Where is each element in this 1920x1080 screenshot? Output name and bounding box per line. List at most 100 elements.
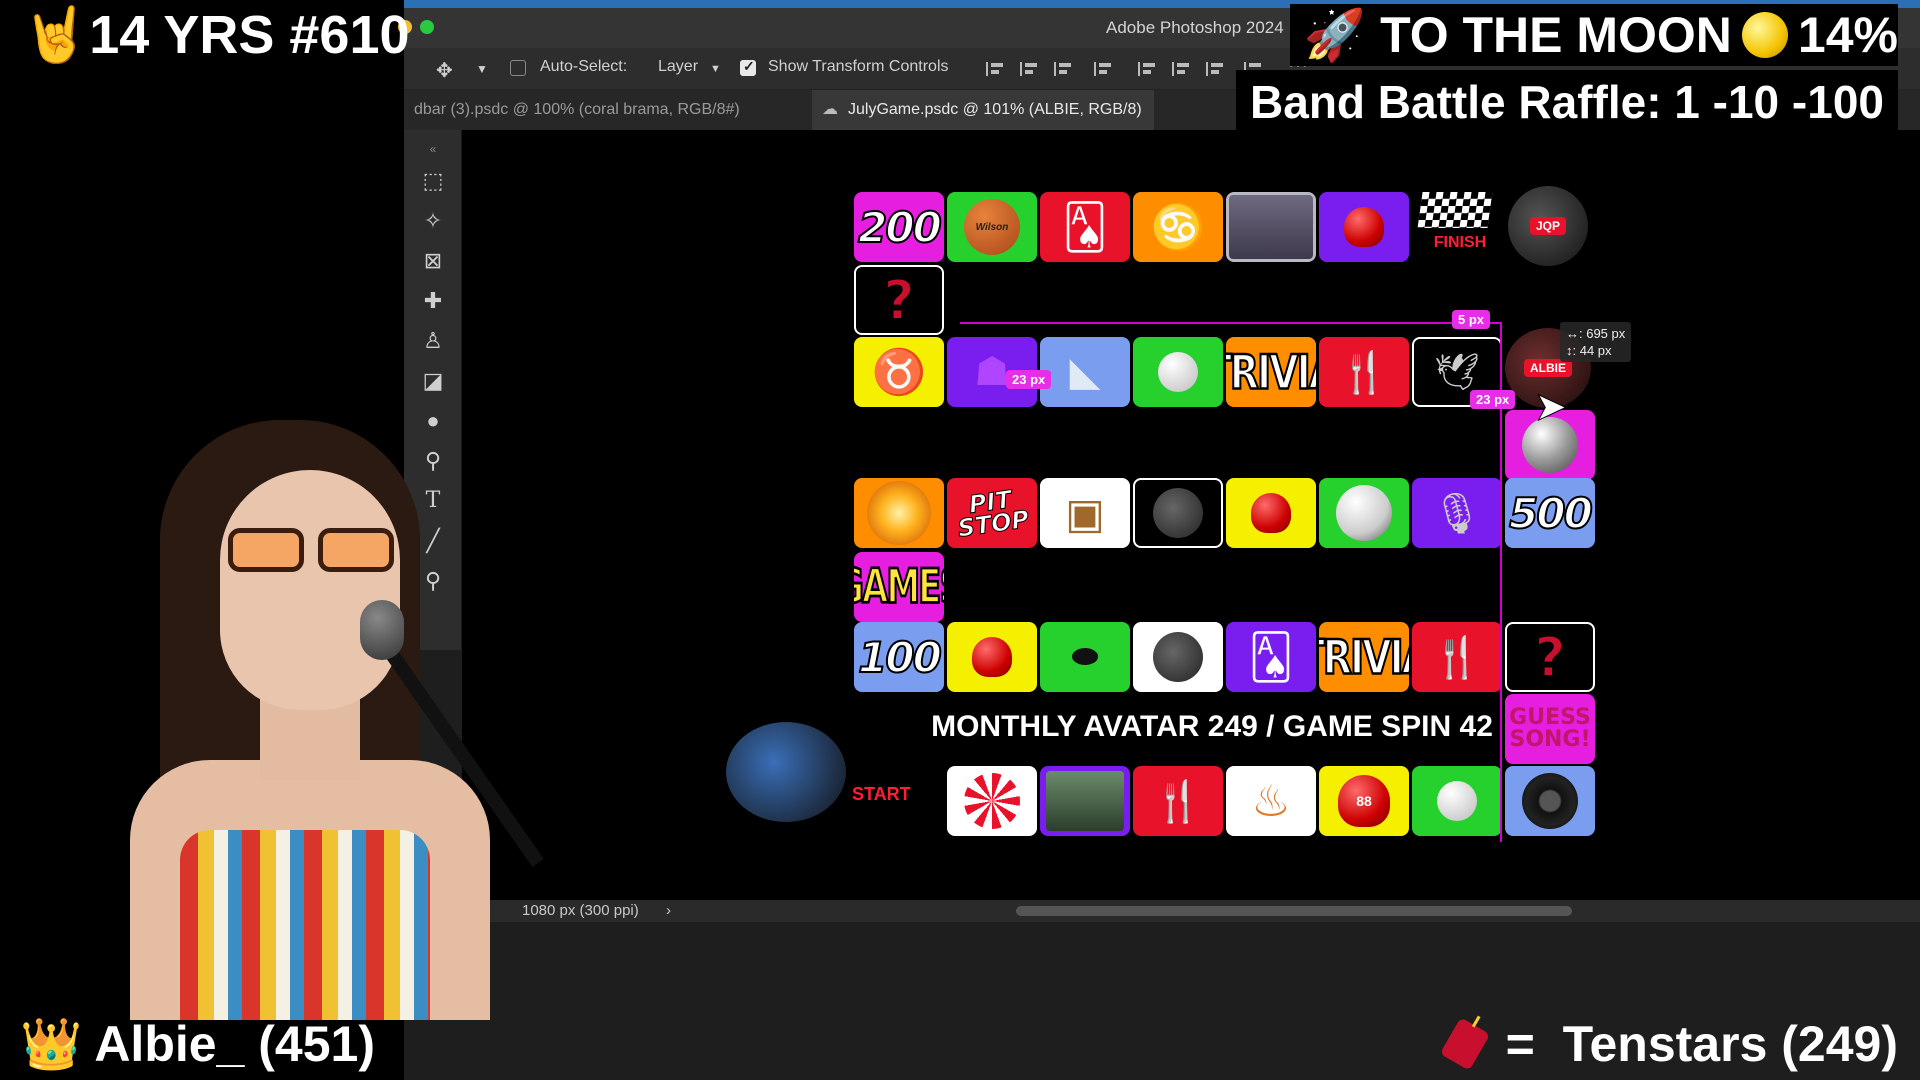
tile-question-top: ? <box>854 265 944 335</box>
tile-200: 200 <box>854 192 944 262</box>
tool-preset-chevron-icon[interactable]: ▼ <box>476 62 488 76</box>
move-tool-icon[interactable]: ✥ <box>436 58 453 83</box>
tile-robot <box>1133 478 1223 548</box>
start-area: START <box>726 718 938 838</box>
tab-dbar[interactable]: dbar (3).psdc @ 100% (coral brama, RGB/8… <box>402 90 752 130</box>
golf-ball-icon <box>1158 352 1198 392</box>
tile-golf-2 <box>1412 766 1502 836</box>
tile-200-label: 200 <box>857 202 943 253</box>
dynamite-icon <box>1439 1017 1490 1071</box>
align-right-icon[interactable] <box>1054 62 1072 76</box>
hockey-icon: ⬬ <box>1071 638 1099 674</box>
fork-knife-icon-3: 🍴 <box>1153 779 1203 824</box>
start-label: START <box>852 784 911 804</box>
left-lens <box>228 528 304 572</box>
fork-knife-icon: 🍴 <box>1339 350 1389 395</box>
auto-select-label: Auto-Select: <box>540 58 628 75</box>
right-lens <box>318 528 394 572</box>
trivia-label: TRIVIA <box>1226 343 1316 401</box>
anniversary-overlay: 🤘14 YRS #610 <box>22 4 410 66</box>
boxing-glove-icon-3 <box>972 637 1012 677</box>
guitar-avatar-icon <box>1153 632 1203 682</box>
distribute-icon[interactable] <box>1094 62 1112 76</box>
crab-icon: ♋ <box>1150 203 1206 252</box>
mouse-cursor-icon: ➤ <box>1534 385 1569 430</box>
finish-label: FINISH <box>1433 234 1487 251</box>
monster-icon: ☗ <box>974 350 1010 394</box>
webcam-feed <box>0 360 544 1020</box>
tenstars-overlay: = Tenstars (249) <box>1439 1014 1898 1074</box>
stop-word: STOP <box>956 505 1032 544</box>
document-info[interactable]: 1080 px (300 ppi) <box>522 900 639 922</box>
golf-ball-icon-2 <box>1437 781 1477 821</box>
anniversary-text: 14 YRS #610 <box>89 5 410 65</box>
tile-guess-song: GUESS SONG! <box>1505 694 1595 764</box>
maximize-window-button[interactable] <box>420 20 434 34</box>
playing-cards-icon: 🂡 <box>1062 202 1108 252</box>
tile-gloves-low <box>947 622 1037 692</box>
tile-cards: 🂡 <box>1040 192 1130 262</box>
tile-wheel <box>947 766 1037 836</box>
auto-select-chevron-icon[interactable]: ▼ <box>710 63 721 75</box>
trivia-label-2: TRIVIA <box>1319 628 1409 686</box>
collapse-panel-icon[interactable]: « <box>418 134 448 164</box>
tile-shark: ◣ <box>1040 337 1130 407</box>
checkered-flag-icon <box>1417 192 1493 228</box>
pit-stop-label: PIT STOP <box>953 485 1032 544</box>
bull-icon: ♉ <box>871 348 927 397</box>
align-middle-icon[interactable] <box>1172 62 1190 76</box>
microphone <box>360 600 404 660</box>
auto-select-dropdown[interactable]: Layer <box>658 58 698 76</box>
show-transform-checkbox[interactable] <box>740 58 756 76</box>
equals-sign: = <box>1505 1016 1535 1072</box>
moon-coin-icon <box>1741 12 1788 58</box>
healing-brush-tool-icon[interactable]: ✚ <box>418 286 448 316</box>
tire-icon <box>1522 773 1578 829</box>
painter-portrait-image <box>1046 771 1124 831</box>
tile-gloves-top <box>1319 192 1409 262</box>
tile-question-bottom: ? <box>1505 622 1595 692</box>
tab-julygame-label: JulyGame.psdc @ 101% (ALBIE, RGB/8) <box>848 101 1142 118</box>
song-word: SONG! <box>1509 727 1591 752</box>
rock-hand-icon: 🤘 <box>22 5 90 65</box>
striped-top <box>180 830 430 1020</box>
measure-gap-top: 5 px <box>1452 310 1491 329</box>
readout-width: ↔: 695 px <box>1566 326 1626 341</box>
auto-select-checkbox[interactable] <box>510 60 526 76</box>
racer-88-icon: 88 <box>1338 775 1390 827</box>
tile-microphone: 🎙 <box>1412 478 1502 548</box>
align-bottom-icon[interactable] <box>1206 62 1224 76</box>
align-center-icon[interactable] <box>1020 62 1038 76</box>
tile-100: 100 <box>854 622 944 692</box>
marquee-tool-icon[interactable]: ⬚ <box>418 166 448 196</box>
frame-tool-icon[interactable]: ⊠ <box>418 246 448 276</box>
stamp-tool-icon[interactable]: ♙ <box>418 326 448 356</box>
status-chevron-icon[interactable]: › <box>666 900 671 922</box>
cloud-doc-icon: ☁ <box>822 101 838 118</box>
magic-wand-tool-icon[interactable]: ✧ <box>418 206 448 236</box>
spin-wheel-icon <box>964 773 1020 829</box>
tile-tire <box>1505 766 1595 836</box>
jqp-avatar: JQP <box>1508 186 1588 266</box>
boxing-glove-icon <box>1344 207 1384 247</box>
align-left-icon[interactable] <box>986 62 1004 76</box>
align-top-icon[interactable] <box>1138 62 1156 76</box>
games-label: GAMES <box>854 558 944 617</box>
basketball-icon: Wilson <box>964 199 1020 255</box>
tab-julygame[interactable]: ☁ JulyGame.psdc @ 101% (ALBIE, RGB/8) <box>812 90 1154 130</box>
monthly-banner: MONTHLY AVATAR 249 / GAME SPIN 42 <box>931 710 1493 743</box>
soccer-ball-icon <box>1336 485 1392 541</box>
tile-bacon: ♨ <box>1226 766 1316 836</box>
tile-pit-stop: PIT STOP <box>947 478 1037 548</box>
tile-bull: ♉ <box>854 337 944 407</box>
tenstars-text: Tenstars (249) <box>1562 1016 1898 1072</box>
tile-hockey: ⬬ <box>1040 622 1130 692</box>
tile-100-label: 100 <box>857 632 943 683</box>
show-transform-label: Show Transform Controls <box>768 58 949 75</box>
horizontal-scrollbar[interactable] <box>1016 906 1572 916</box>
app-title: Adobe Photoshop 2024 <box>1106 18 1284 37</box>
playing-cards-icon-2: 🂡 <box>1248 632 1294 682</box>
jqp-label: JQP <box>1529 217 1566 235</box>
tile-gloves-mid <box>1226 478 1316 548</box>
tile-trivia-2: TRIVIA <box>1319 622 1409 692</box>
